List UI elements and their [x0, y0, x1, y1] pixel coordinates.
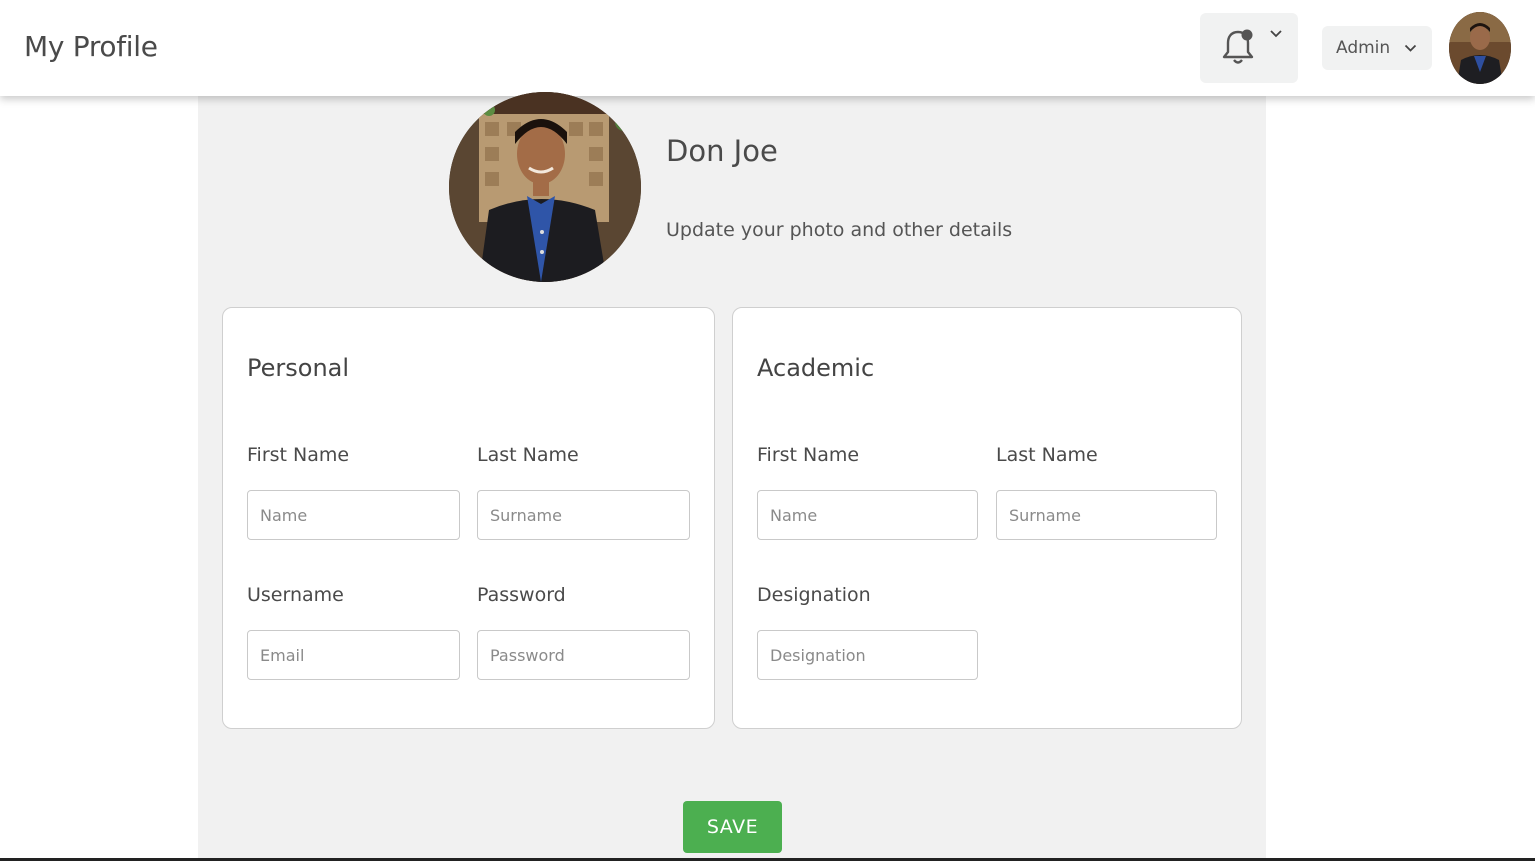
username-label: Username	[247, 584, 344, 606]
save-button[interactable]: SAVE	[683, 801, 782, 853]
admin-label: Admin	[1336, 38, 1391, 58]
password-label: Password	[477, 584, 566, 606]
personal-title: Personal	[247, 354, 350, 382]
chevron-down-icon	[1270, 30, 1282, 38]
avatar-image	[1449, 12, 1511, 84]
page-title: My Profile	[24, 30, 158, 63]
academic-last-name-label: Last Name	[996, 444, 1098, 466]
password-input[interactable]	[477, 630, 690, 680]
academic-card: Academic First Name Last Name Designatio…	[732, 307, 1242, 729]
admin-menu-button[interactable]: Admin	[1322, 26, 1432, 70]
academic-first-name-input[interactable]	[757, 490, 978, 540]
profile-name: Don Joe	[666, 134, 778, 168]
personal-last-name-input[interactable]	[477, 490, 690, 540]
username-input[interactable]	[247, 630, 460, 680]
personal-card: Personal First Name Last Name Username P…	[222, 307, 715, 729]
profile-subtitle: Update your photo and other details	[666, 219, 1013, 241]
chevron-down-icon	[1404, 44, 1417, 52]
designation-label: Designation	[757, 584, 871, 606]
academic-last-name-input[interactable]	[996, 490, 1217, 540]
first-name-label: First Name	[247, 444, 350, 466]
last-name-label: Last Name	[477, 444, 579, 466]
bell-icon	[1222, 29, 1254, 64]
notifications-button[interactable]	[1200, 13, 1298, 83]
academic-title: Academic	[757, 354, 875, 382]
profile-photo[interactable]	[449, 92, 641, 282]
personal-first-name-input[interactable]	[247, 490, 460, 540]
user-avatar[interactable]	[1449, 12, 1511, 84]
top-header: My Profile Admin	[0, 0, 1535, 96]
academic-first-name-label: First Name	[757, 444, 860, 466]
profile-photo-image	[449, 92, 641, 282]
designation-input[interactable]	[757, 630, 978, 680]
